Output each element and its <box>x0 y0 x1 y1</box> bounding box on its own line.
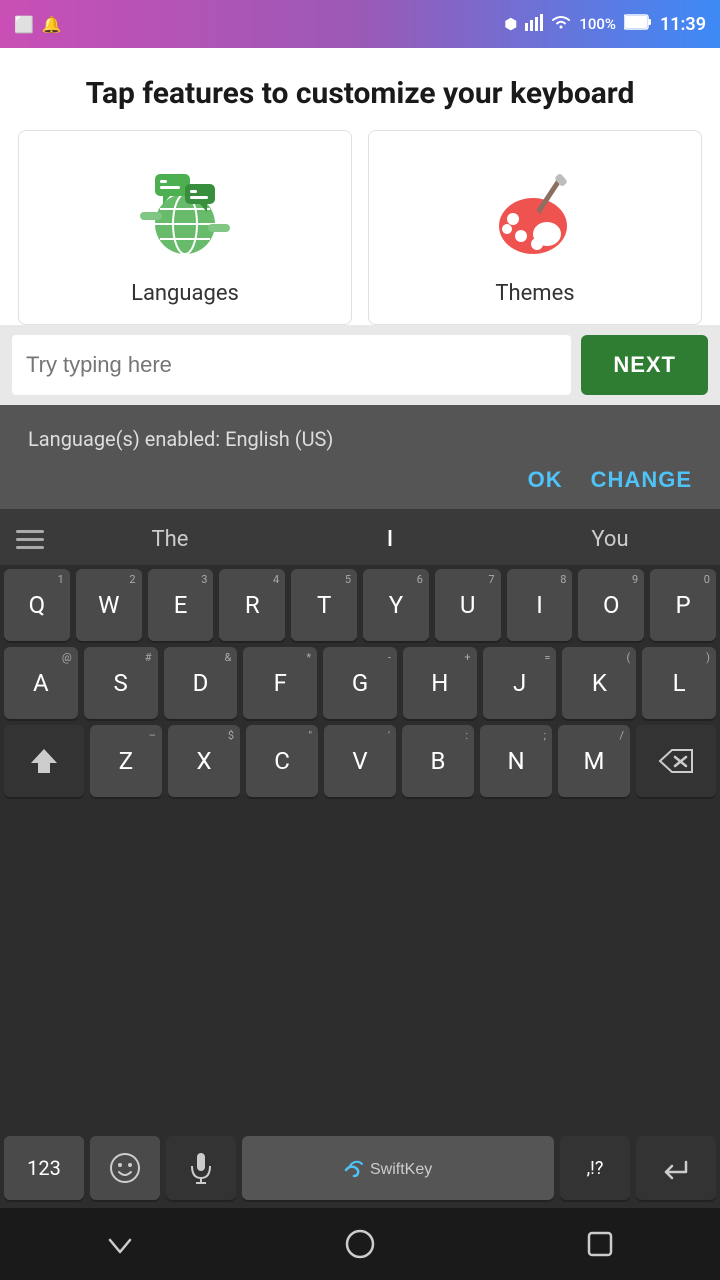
wifi-icon <box>551 13 571 35</box>
next-button[interactable]: NEXT <box>581 335 708 395</box>
space-key[interactable]: SwiftKey <box>242 1136 554 1200</box>
key-P[interactable]: 0P <box>650 569 716 641</box>
status-left-icons: ⬜ 🔔 <box>14 15 62 34</box>
key-N[interactable]: ;N <box>480 725 552 797</box>
header: Tap features to customize your keyboard <box>0 48 720 130</box>
emoji-key[interactable] <box>90 1136 160 1200</box>
key-K[interactable]: (K <box>562 647 636 719</box>
key-W[interactable]: 2W <box>76 569 142 641</box>
enter-key[interactable] <box>636 1136 716 1200</box>
status-right-icons: ⬢ 100% 11:39 <box>504 13 706 35</box>
key-A[interactable]: @A <box>4 647 78 719</box>
shift-key[interactable] <box>4 725 84 797</box>
key-Q[interactable]: 1Q <box>4 569 70 641</box>
key-D[interactable]: &D <box>164 647 238 719</box>
battery-icon <box>624 14 652 34</box>
back-nav-button[interactable] <box>90 1214 150 1274</box>
key-J[interactable]: =J <box>483 647 557 719</box>
svg-text:SwiftKey: SwiftKey <box>370 1161 432 1178</box>
suggestions-row: The I You <box>0 509 720 565</box>
key-L[interactable]: )L <box>642 647 716 719</box>
nav-bar <box>0 1208 720 1280</box>
feature-cards: Languages Themes <box>0 130 720 325</box>
themes-card[interactable]: Themes <box>368 130 702 325</box>
key-S[interactable]: #S <box>84 647 158 719</box>
hamburger-line <box>16 530 44 533</box>
hamburger-menu-button[interactable] <box>0 530 60 549</box>
change-button[interactable]: CHANGE <box>591 467 692 493</box>
bottom-action-row: 123 SwiftKey ,!? <box>0 1132 720 1208</box>
languages-card[interactable]: Languages <box>18 130 352 325</box>
language-actions: OK CHANGE <box>28 467 692 501</box>
key-Z[interactable]: –Z <box>90 725 162 797</box>
key-U[interactable]: 7U <box>435 569 501 641</box>
key-F[interactable]: *F <box>243 647 317 719</box>
key-G[interactable]: -G <box>323 647 397 719</box>
language-enabled-text: Language(s) enabled: English (US) <box>28 427 692 451</box>
mic-key[interactable] <box>166 1136 236 1200</box>
number-mode-key[interactable]: 123 <box>4 1136 84 1200</box>
recents-nav-button[interactable] <box>570 1214 630 1274</box>
hamburger-line <box>16 538 44 541</box>
key-R[interactable]: 4R <box>219 569 285 641</box>
bluetooth-icon: ⬢ <box>504 15 517 33</box>
special-char-key[interactable]: ,!? <box>560 1136 630 1200</box>
hamburger-line <box>16 546 44 549</box>
suggestion-you[interactable]: You <box>500 527 720 552</box>
key-M[interactable]: /M <box>558 725 630 797</box>
signal-icon <box>525 13 543 35</box>
key-C[interactable]: "C <box>246 725 318 797</box>
page-title: Tap features to customize your keyboard <box>24 76 696 112</box>
key-Y[interactable]: 6Y <box>363 569 429 641</box>
status-bar: ⬜ 🔔 ⬢ 100% 11:39 <box>0 0 720 48</box>
key-B[interactable]: :B <box>402 725 474 797</box>
keyboard: The I You 1Q 2W 3E 4R 5T 6Y 7U 8I 9O 0P … <box>0 509 720 1208</box>
languages-icon <box>130 159 240 269</box>
typing-input[interactable] <box>12 335 571 395</box>
time-display: 11:39 <box>660 14 706 35</box>
key-I[interactable]: 8I <box>507 569 573 641</box>
backspace-key[interactable] <box>636 725 716 797</box>
input-row: NEXT <box>0 325 720 405</box>
home-nav-button[interactable] <box>330 1214 390 1274</box>
suggestion-i[interactable]: I <box>280 527 500 552</box>
key-X[interactable]: $X <box>168 725 240 797</box>
alert-icon: 🔔 <box>42 15 62 34</box>
screen-icon: ⬜ <box>14 15 34 34</box>
key-H[interactable]: +H <box>403 647 477 719</box>
keys-area: 1Q 2W 3E 4R 5T 6Y 7U 8I 9O 0P @A #S &D *… <box>0 565 720 1132</box>
key-E[interactable]: 3E <box>148 569 214 641</box>
themes-label: Themes <box>495 281 574 306</box>
keyboard-row-3: –Z $X "C 'V :B ;N /M <box>4 725 716 797</box>
themes-icon <box>480 159 590 269</box>
languages-label: Languages <box>131 281 239 306</box>
battery-status-text: 100% <box>579 15 616 33</box>
language-bar: Language(s) enabled: English (US) OK CHA… <box>0 405 720 509</box>
keyboard-row-1: 1Q 2W 3E 4R 5T 6Y 7U 8I 9O 0P <box>4 569 716 641</box>
key-V[interactable]: 'V <box>324 725 396 797</box>
key-T[interactable]: 5T <box>291 569 357 641</box>
suggestion-the[interactable]: The <box>60 527 280 552</box>
key-O[interactable]: 9O <box>578 569 644 641</box>
ok-button[interactable]: OK <box>528 467 563 493</box>
keyboard-row-2: @A #S &D *F -G +H =J (K )L <box>4 647 716 719</box>
